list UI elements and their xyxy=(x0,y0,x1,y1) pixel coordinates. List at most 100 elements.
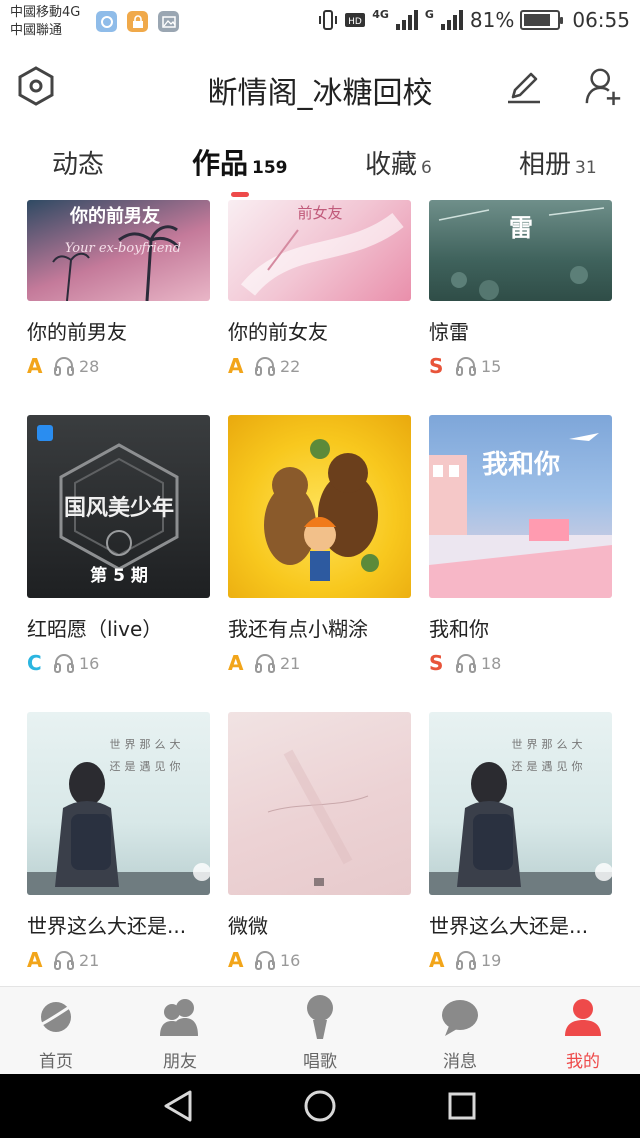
home-button[interactable] xyxy=(300,1088,340,1124)
tab-count: 159 xyxy=(252,158,288,178)
play-count: 16 xyxy=(79,653,100,673)
active-tab-indicator xyxy=(231,192,249,197)
headphones-icon xyxy=(255,654,275,673)
tab-album[interactable]: 相册 31 xyxy=(519,144,597,181)
song-title: 世界这么大还是... xyxy=(429,914,589,938)
grade-badge: A xyxy=(429,948,445,972)
play-count: 28 xyxy=(79,356,100,376)
grade-badge: S xyxy=(429,651,444,675)
add-friend-button[interactable] xyxy=(584,64,624,108)
song-meta: S 18 xyxy=(429,651,501,675)
cover-art: 前女友 xyxy=(240,204,404,296)
song-meta: C 16 xyxy=(27,651,99,675)
battery-percent: 81% xyxy=(469,8,515,32)
song-title: 你的前男友 xyxy=(27,320,127,344)
planet-icon xyxy=(34,995,78,1039)
page-title: 断情阁_冰糖回校 xyxy=(207,76,433,111)
tab-label: 相册 xyxy=(519,150,572,180)
add-user-icon xyxy=(585,68,621,106)
gallery-app-icon xyxy=(158,11,179,32)
song-title: 我和你 xyxy=(429,617,489,641)
cover-art: 世界那么大 还是遇见你 xyxy=(429,737,612,895)
friends-icon xyxy=(158,995,202,1039)
cover-subtitle: 还是遇见你 xyxy=(512,760,587,773)
song-meta: A 19 xyxy=(429,948,501,972)
song-title: 惊雷 xyxy=(429,320,469,344)
headphones-icon xyxy=(54,951,74,970)
nav-home[interactable]: 首页 xyxy=(6,995,106,1073)
song-title: 我还有点小糊涂 xyxy=(228,617,368,641)
cover-title: 世界那么大 xyxy=(110,737,185,751)
tab-count: 6 xyxy=(421,158,432,178)
battery-icon xyxy=(520,10,564,30)
headphones-icon xyxy=(456,654,476,673)
chat-bubble-icon xyxy=(438,995,482,1039)
bottom-navigation: 首页 朋友 唱歌 消息 我的 xyxy=(0,986,640,1074)
tab-dynamics[interactable]: 动态 xyxy=(52,144,104,181)
tab-works[interactable]: 作品 159 xyxy=(192,142,288,182)
headphones-icon xyxy=(255,951,275,970)
carrier-info: 中國移動4G 中國聯通 xyxy=(10,4,80,40)
headphones-icon xyxy=(456,357,476,376)
system-navigation-bar xyxy=(0,1074,640,1138)
cover-art: 你的前男友 Your ex-boyfriend xyxy=(52,205,181,301)
nav-profile[interactable]: 我的 xyxy=(533,995,633,1073)
signal-icon-2 xyxy=(440,10,463,30)
svg-text:HD: HD xyxy=(348,17,362,27)
cover-art xyxy=(267,749,369,886)
song-title: 红昭愿（live） xyxy=(27,617,163,641)
hd-icon: HD xyxy=(345,13,366,27)
grade-badge: C xyxy=(27,651,42,675)
cover-subtitle: Your ex-boyfriend xyxy=(65,241,181,256)
tab-favorites[interactable]: 收藏 6 xyxy=(365,144,432,181)
song-cover: 前女友 xyxy=(228,200,411,301)
grade-badge: A xyxy=(228,948,244,972)
cover-title: 你的前男友 xyxy=(69,205,160,227)
song-meta: A 22 xyxy=(228,354,300,378)
tab-label: 动态 xyxy=(52,150,105,180)
network-type-2: G xyxy=(424,8,434,21)
back-triangle-icon xyxy=(164,1090,192,1122)
tab-label: 作品 xyxy=(192,147,249,180)
back-button[interactable] xyxy=(158,1088,198,1124)
song-meta: A 21 xyxy=(27,948,99,972)
notification-app-icon xyxy=(96,11,117,32)
song-title: 你的前女友 xyxy=(228,320,328,344)
profile-icon xyxy=(561,995,605,1039)
cover-art: 雷 xyxy=(438,207,605,300)
play-count: 21 xyxy=(280,653,301,673)
recents-button[interactable] xyxy=(442,1088,482,1124)
vibrate-icon xyxy=(319,10,338,30)
tab-label: 收藏 xyxy=(365,150,418,180)
nav-label: 朋友 xyxy=(163,1052,197,1072)
play-count: 21 xyxy=(79,950,100,970)
nav-messages[interactable]: 消息 xyxy=(410,995,510,1073)
carrier-1: 中國移動4G xyxy=(10,5,81,20)
song-cover xyxy=(228,415,411,598)
song-cover: 国风美少年 第 5 期 xyxy=(27,415,210,598)
cover-title: 我和你 xyxy=(482,450,560,480)
song-meta: A 16 xyxy=(228,948,300,972)
signal-icon-1 xyxy=(395,10,418,30)
nav-sing[interactable]: 唱歌 xyxy=(270,995,370,1073)
play-count: 18 xyxy=(481,653,502,673)
song-title: 世界这么大还是... xyxy=(27,914,187,938)
headphones-icon xyxy=(54,357,74,376)
song-meta: A 21 xyxy=(228,651,300,675)
headphones-icon xyxy=(54,654,74,673)
lock-app-icon xyxy=(127,11,148,32)
grade-badge: A xyxy=(228,354,244,378)
cover-art: 我和你 xyxy=(429,433,612,598)
song-meta: S 15 xyxy=(429,354,501,378)
microphone-icon xyxy=(298,995,342,1039)
home-circle-icon xyxy=(304,1090,336,1122)
play-count: 22 xyxy=(280,356,301,376)
cover-art: 国风美少年 第 5 期 xyxy=(37,425,179,586)
play-count: 19 xyxy=(481,950,502,970)
tab-count: 31 xyxy=(575,158,597,178)
pencil-icon xyxy=(508,72,540,104)
nav-label: 唱歌 xyxy=(303,1052,337,1072)
headphones-icon xyxy=(456,951,476,970)
nav-friends[interactable]: 朋友 xyxy=(130,995,230,1073)
edit-button[interactable] xyxy=(504,64,544,108)
